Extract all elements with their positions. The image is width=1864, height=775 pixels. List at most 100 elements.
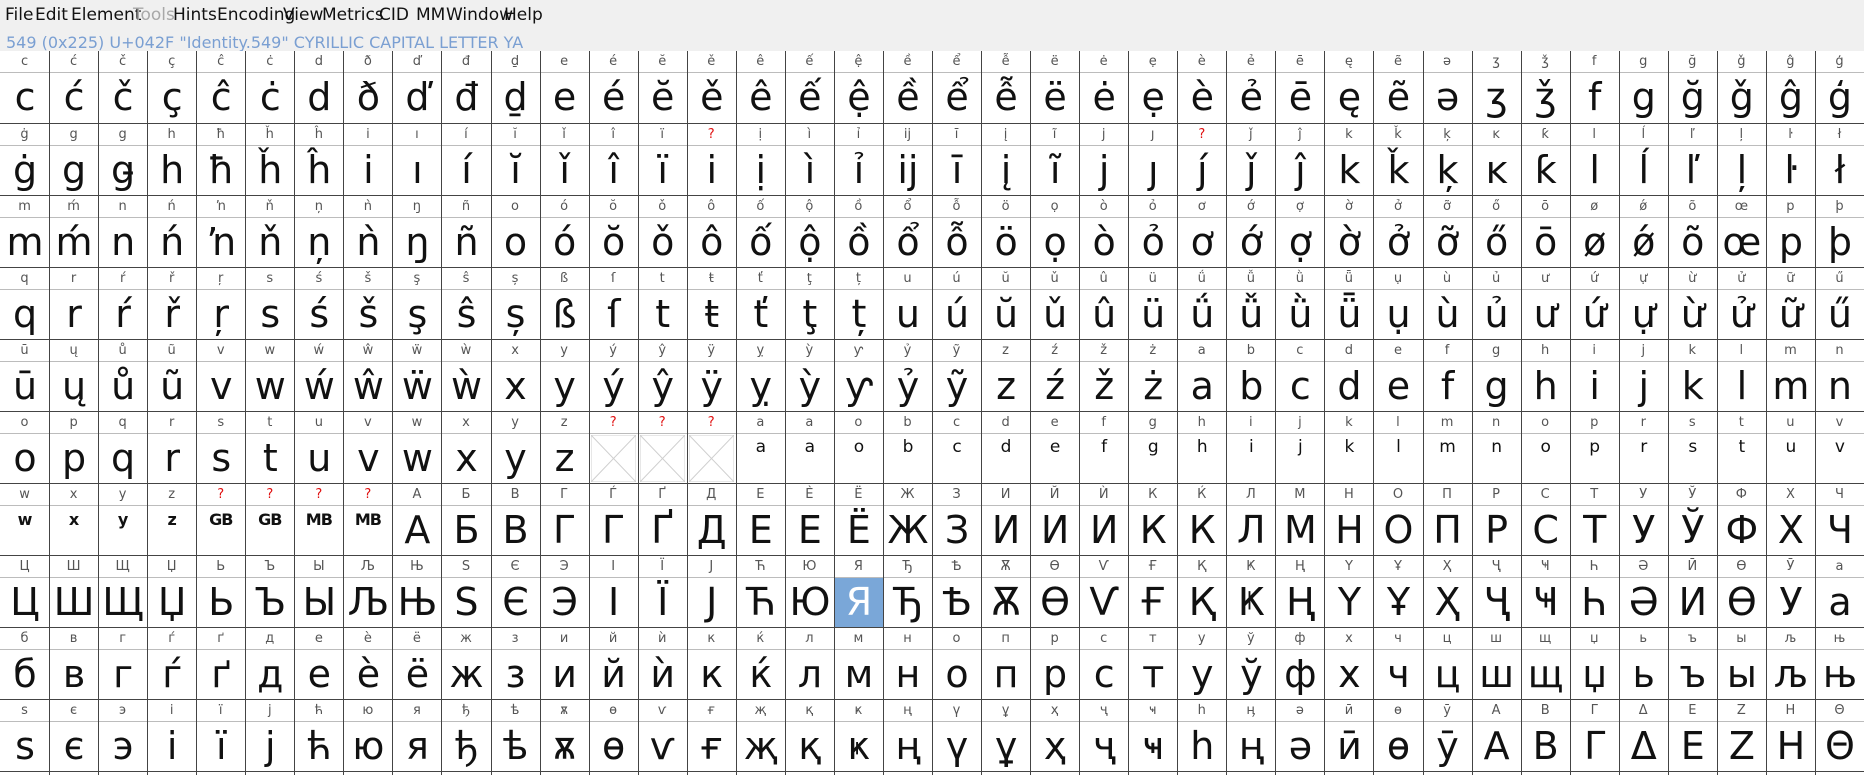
glyph-cell[interactable]: şş [392,268,441,340]
glyph-cell[interactable]: іі [147,700,196,772]
glyph-cell[interactable]: сс [1079,628,1128,700]
glyph-cell[interactable]: ЍИ [1079,484,1128,556]
glyph-cell[interactable]: ÿÿ [687,340,736,412]
glyph-cell[interactable]: ớớ [1226,196,1275,268]
glyph-cell[interactable]: ƴƴ [834,340,883,412]
glyph-cell[interactable]: ǚǚ [1226,268,1275,340]
glyph-cell[interactable]: ңң [883,700,932,772]
glyph-cell[interactable]: љљ [1766,628,1815,700]
glyph-cell[interactable]: ђђ [441,700,490,772]
glyph-cell[interactable]: ѵѵ [638,700,687,772]
glyph-cell[interactable]: gg [1128,412,1177,484]
glyph-cell[interactable]: шш [1472,628,1521,700]
glyph-cell[interactable]: ỉỉ [834,124,883,196]
glyph-cell[interactable]: жж [441,628,490,700]
glyph-cell[interactable]: ïï [638,124,687,196]
glyph-cell[interactable]: ứứ [1570,268,1619,340]
glyph-cell[interactable]: јј [245,700,294,772]
glyph-cell[interactable]: ťť [736,268,785,340]
glyph-cell[interactable]: ӮУ [1766,556,1815,628]
glyph-cell[interactable]: êê [736,51,785,124]
glyph-cell[interactable]: ğğ [1668,51,1717,124]
glyph-cell[interactable]: ? [589,412,638,484]
glyph-cell[interactable]: yy [540,340,589,412]
glyph-cell[interactable]: ЄЄ [491,556,540,628]
glyph-cell[interactable]: ŕŕ [98,268,147,340]
glyph-cell[interactable]: зз [491,628,540,700]
glyph-cell[interactable]: íí [441,124,490,196]
glyph-cell[interactable]: ǰǰ [1226,124,1275,196]
glyph-cell[interactable]: tt [245,412,294,484]
glyph-cell[interactable]: cc [0,51,49,124]
glyph-cell[interactable]: ńń [147,196,196,268]
glyph-cell[interactable]: ѢѢ [932,556,981,628]
glyph-cell[interactable]: kk [1324,412,1373,484]
glyph-cell[interactable]: ễễ [981,51,1030,124]
glyph-cell[interactable]: ЏЏ [147,556,196,628]
glyph-cell[interactable]: g g̵ [98,124,147,196]
glyph-cell[interactable]: ѳѳ [589,700,638,772]
glyph-cell[interactable]: СС [1521,484,1570,556]
glyph-cell[interactable]: gg [49,124,98,196]
glyph-cell[interactable]: ểể [932,51,981,124]
glyph-cell[interactable]: ǔǔ [1030,268,1079,340]
glyph-cell[interactable]: řř [147,268,196,340]
glyph-cell[interactable]: rr [1619,412,1668,484]
menu-edit[interactable]: Edit [35,5,68,25]
glyph-cell[interactable]: cc [932,412,981,484]
glyph-cell[interactable]: ОО [1373,484,1422,556]
glyph-cell[interactable]: jj [1079,124,1128,196]
glyph-cell[interactable]: ΑΑ [1472,700,1521,772]
glyph-cell[interactable]: ЗЗ [932,484,981,556]
glyph-cell[interactable]: ЖЖ [883,484,932,556]
glyph-cell[interactable]: çç [147,51,196,124]
glyph-cell[interactable]: vv [1815,412,1864,484]
glyph-cell[interactable]: ЕЕ [736,484,785,556]
glyph-cell[interactable]: ѴѴ [1079,556,1128,628]
glyph-cell[interactable]: ħħ [196,124,245,196]
glyph-cell[interactable]: фф [1275,628,1324,700]
glyph-cell[interactable]: ŉŉ [196,196,245,268]
glyph-cell[interactable]: ЮЮ [785,556,834,628]
glyph-cell[interactable]: бб [0,628,49,700]
glyph-cell[interactable]: ҢҢ [1275,556,1324,628]
glyph-cell[interactable]: ΕΕ [1668,700,1717,772]
glyph-cell[interactable]: tt [1717,412,1766,484]
glyph-cell[interactable]: ээ [98,700,147,772]
glyph-cell[interactable]: ? MB [294,484,343,556]
glyph-cell[interactable]: ТТ [1570,484,1619,556]
glyph-cell[interactable]: ww [245,340,294,412]
glyph-cell[interactable]: ǘǘ [1177,268,1226,340]
menu-view[interactable]: View [283,5,323,25]
glyph-cell[interactable]: xx [49,484,98,556]
glyph-cell[interactable]: ee [1373,340,1422,412]
glyph-cell[interactable]: өө [1373,700,1422,772]
glyph-cell[interactable]: ĕĕ [638,51,687,124]
glyph-cell[interactable]: ss [196,412,245,484]
glyph-cell[interactable]: ГГ [540,484,589,556]
glyph-cell[interactable]: ЫЫ [294,556,343,628]
glyph-cell[interactable]: ēē [1275,51,1324,124]
glyph-cell[interactable]: əə [1423,51,1472,124]
glyph-cell[interactable]: ЀЕ [785,484,834,556]
glyph-cell[interactable]: ừừ [1668,268,1717,340]
glyph-cell[interactable]: øø [1570,196,1619,268]
glyph-cell[interactable]: ҒҒ [1128,556,1177,628]
glyph-cell[interactable]: ЋЋ [736,556,785,628]
glyph-cell[interactable]: ӣӣ [1324,700,1373,772]
glyph-cell[interactable]: ДД [687,484,736,556]
glyph-cell[interactable]: ǹǹ [343,196,392,268]
glyph-cell[interactable]: vv [196,340,245,412]
glyph-cell[interactable]: ŵŵ [343,340,392,412]
glyph-cell[interactable]: ởở [1373,196,1422,268]
glyph-cell[interactable]: мм [834,628,883,700]
glyph-cell[interactable]: ķķ [1423,124,1472,196]
glyph-cell[interactable]: üü [1128,268,1177,340]
glyph-cell[interactable]: ЅЅ [441,556,490,628]
glyph-cell[interactable]: ĵĵ [1275,124,1324,196]
glyph-cell[interactable]: ЈЈ [687,556,736,628]
glyph-cell[interactable]: aa [1177,340,1226,412]
glyph-cell[interactable]: ếế [785,51,834,124]
glyph-cell[interactable]: ủủ [1472,268,1521,340]
glyph-cell[interactable]: ǿǿ [1619,196,1668,268]
